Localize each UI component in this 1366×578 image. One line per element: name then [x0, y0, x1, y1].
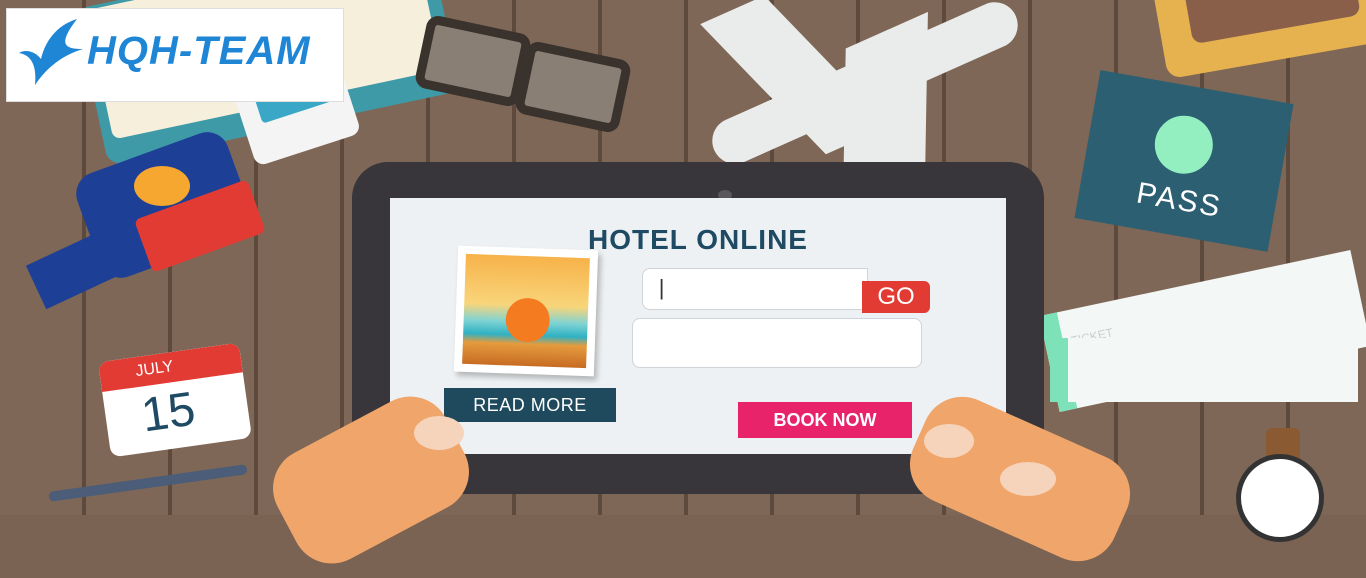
- calendar-icon: JULY 15: [98, 342, 252, 458]
- logo: HQH-TEAM: [6, 8, 344, 102]
- text-caret: |: [655, 277, 669, 302]
- read-more-button[interactable]: READ MORE: [444, 388, 616, 422]
- left-thumbnail: [414, 416, 464, 450]
- ticket-second: [1050, 338, 1358, 402]
- beach-scene: [462, 253, 590, 369]
- right-thumbnail: [924, 424, 974, 458]
- camera-lens: [134, 166, 190, 206]
- book-now-button[interactable]: BOOK NOW: [738, 402, 912, 438]
- right-finger-nail: [1000, 462, 1056, 496]
- logo-text: HQH-TEAM: [87, 29, 311, 73]
- bird-icon: [19, 19, 83, 85]
- secondary-input[interactable]: [632, 318, 922, 368]
- search-input[interactable]: |: [642, 268, 868, 310]
- beach-photo: [453, 245, 599, 377]
- passport-emblem-icon: [1150, 111, 1218, 179]
- calendar-day: 15: [138, 382, 199, 443]
- sun-icon: [504, 297, 551, 343]
- watch-icon: [1236, 454, 1324, 542]
- passport-label: PASS: [1133, 176, 1225, 224]
- go-button[interactable]: GO: [862, 281, 930, 313]
